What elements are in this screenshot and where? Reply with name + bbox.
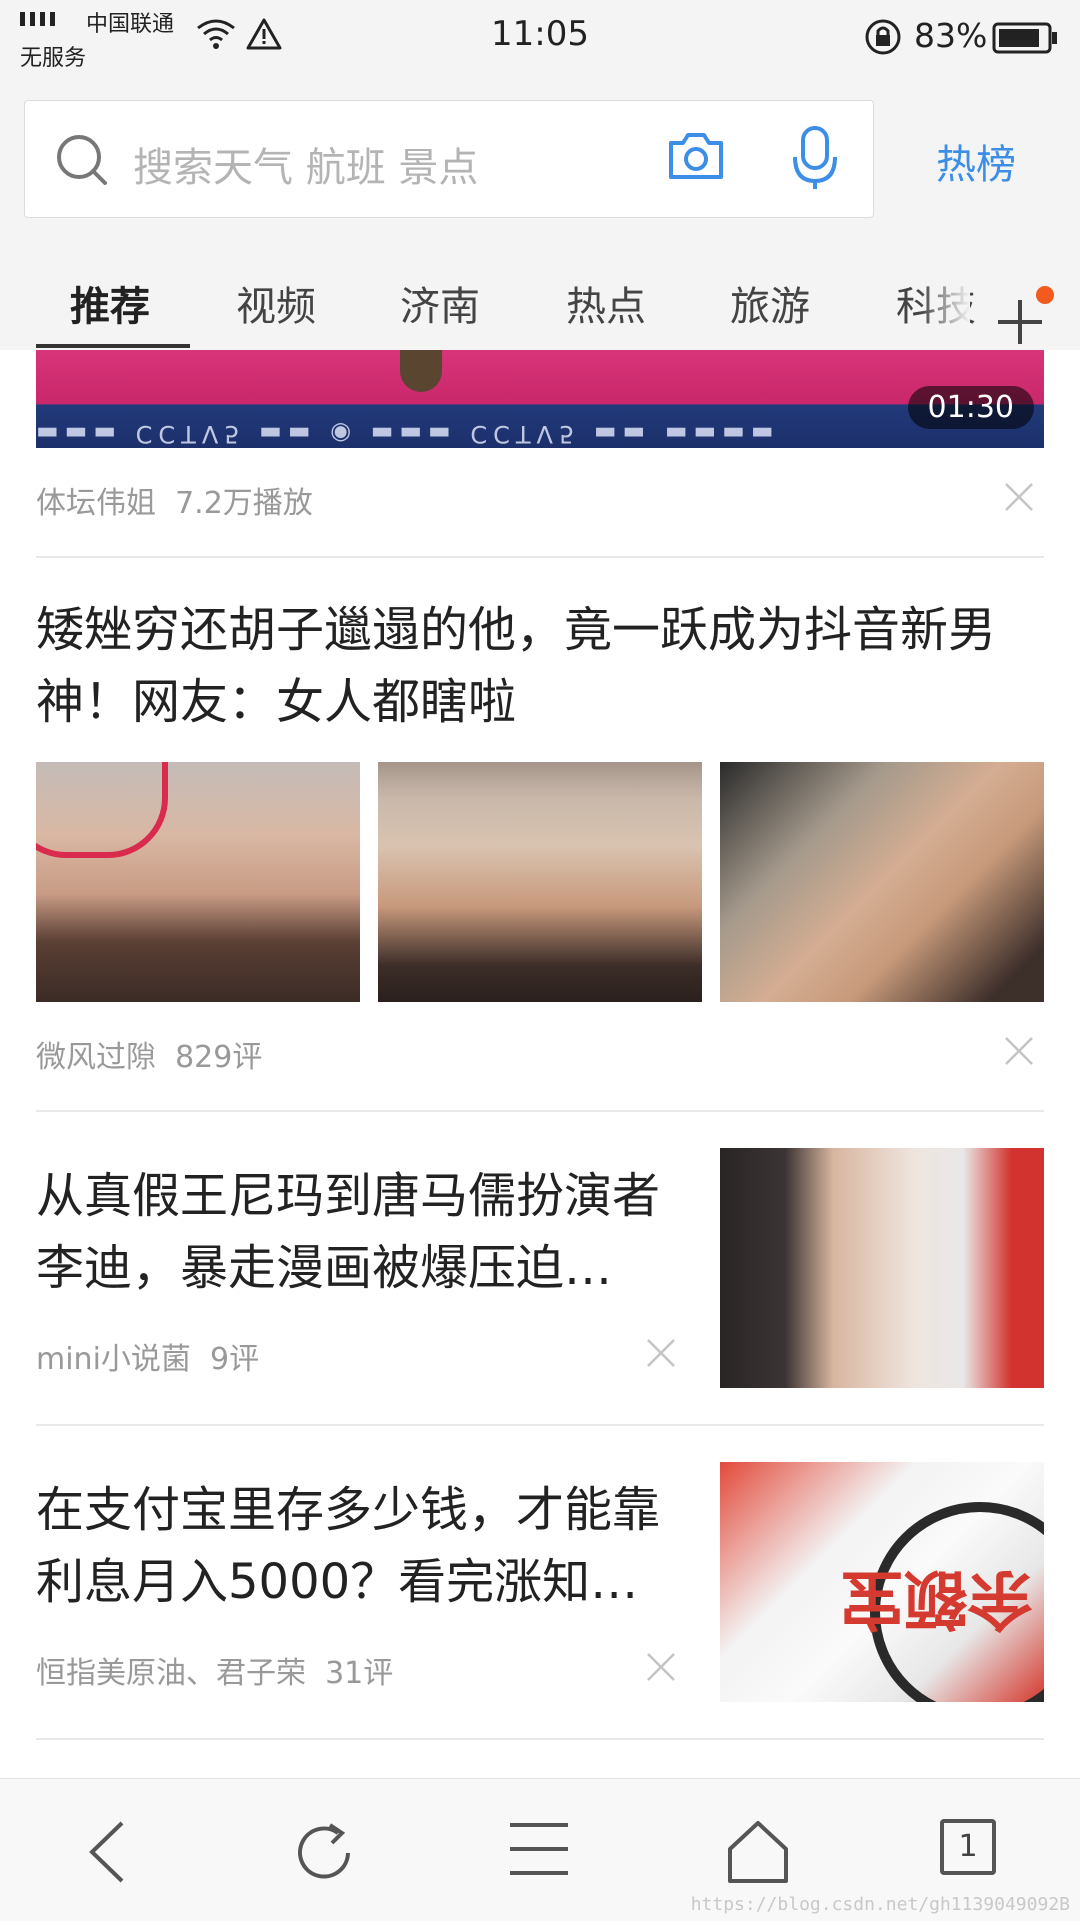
article-source: mini小说菌 xyxy=(36,1342,191,1377)
thumbnail-text: 余额宝 xyxy=(840,1561,1032,1635)
bottom-nav: 1 https://blog.csdn.net/gh1139049092B xyxy=(0,1778,1080,1921)
divider xyxy=(36,1738,1044,1740)
battery-icon xyxy=(992,22,1057,54)
article-meta: 恒指美原油、君子荣 31评 xyxy=(36,1648,393,1692)
hot-list-link[interactable]: 热榜 xyxy=(936,132,1016,190)
menu-icon[interactable] xyxy=(508,1819,570,1879)
article-source: 微风过隙 xyxy=(36,1040,156,1075)
article-stats: 31评 xyxy=(325,1656,394,1691)
article-title[interactable]: 在支付宝里存多少钱，才能靠利息月入5000？看完涨知… xyxy=(36,1474,696,1618)
add-channel-icon[interactable] xyxy=(996,298,1044,346)
dismiss-icon[interactable] xyxy=(646,1338,676,1368)
video-thumbnail[interactable]: ▬▬▬ CCTV5 ▬▬ ◉ ▬▬▬ CCTV5 ▬▬ ▬▬▬▬ 01:30 xyxy=(36,350,1044,448)
video-figure xyxy=(400,350,442,392)
article-source: 恒指美原油、君子荣 xyxy=(36,1656,306,1691)
article-thumbnail[interactable]: 余额宝 xyxy=(720,1462,1044,1702)
video-duration: 01:30 xyxy=(907,386,1034,429)
tab-travel[interactable]: 旅游 xyxy=(730,274,810,332)
search-box[interactable]: 搜索天气 航班 景点 xyxy=(24,100,874,218)
watermark: https://blog.csdn.net/gh1139049092B xyxy=(690,1894,1070,1915)
article-meta: mini小说菌 9评 xyxy=(36,1334,259,1378)
camera-icon[interactable] xyxy=(667,129,725,183)
home-icon[interactable] xyxy=(726,1819,790,1883)
channel-tabs: 推荐 视频 济南 热点 旅游 科技 xyxy=(0,258,1080,350)
article-stats: 9评 xyxy=(210,1342,260,1377)
dismiss-icon[interactable] xyxy=(1004,482,1034,512)
dismiss-icon[interactable] xyxy=(646,1652,676,1682)
refresh-icon[interactable] xyxy=(290,1819,360,1887)
video-banner: ▬▬▬ CCTV5 ▬▬ ◉ ▬▬▬ CCTV5 ▬▬ ▬▬▬▬ xyxy=(36,420,780,448)
video-source: 体坛伟姐 xyxy=(36,486,156,521)
article-image[interactable] xyxy=(720,762,1044,1002)
rotation-lock-icon xyxy=(865,19,901,55)
article-title[interactable]: 从真假王尼玛到唐马儒扮演者李迪，暴走漫画被爆压迫… xyxy=(36,1160,696,1304)
microphone-icon[interactable] xyxy=(791,125,839,191)
tab-fade xyxy=(920,258,970,350)
article-title[interactable]: 矮矬穷还胡子邋遢的他，竟一跃成为抖音新男神！网友：女人都瞎啦 xyxy=(36,594,1044,738)
divider xyxy=(36,556,1044,558)
article-stats: 829评 xyxy=(175,1040,263,1075)
article-thumbnail[interactable] xyxy=(720,1148,1044,1388)
back-icon[interactable] xyxy=(84,1819,128,1885)
article-meta: 微风过隙 829评 xyxy=(36,1032,262,1076)
tabs-count-button[interactable]: 1 xyxy=(940,1819,996,1875)
video-stats: 7.2万播放 xyxy=(175,486,313,521)
divider xyxy=(36,1424,1044,1426)
notification-dot xyxy=(1036,286,1054,304)
search-input[interactable]: 搜索天气 航班 景点 xyxy=(133,135,478,193)
search-icon xyxy=(57,135,107,185)
header: 搜索天气 航班 景点 热榜 推荐 视频 济南 热点 旅游 科技 xyxy=(0,78,1080,350)
active-tab-indicator xyxy=(36,344,190,348)
divider xyxy=(36,1110,1044,1112)
article-image[interactable] xyxy=(378,762,702,1002)
tab-hot[interactable]: 热点 xyxy=(566,274,646,332)
battery-percent: 83% xyxy=(914,16,988,55)
article-image[interactable] xyxy=(36,762,360,1002)
tab-jinan[interactable]: 济南 xyxy=(400,274,480,332)
dismiss-icon[interactable] xyxy=(1004,1036,1034,1066)
tab-recommend[interactable]: 推荐 xyxy=(70,274,150,332)
status-bar: 中国联通 无服务 11:05 83% xyxy=(0,0,1080,78)
video-meta: 体坛伟姐 7.2万播放 xyxy=(36,478,313,522)
tab-video[interactable]: 视频 xyxy=(236,274,316,332)
